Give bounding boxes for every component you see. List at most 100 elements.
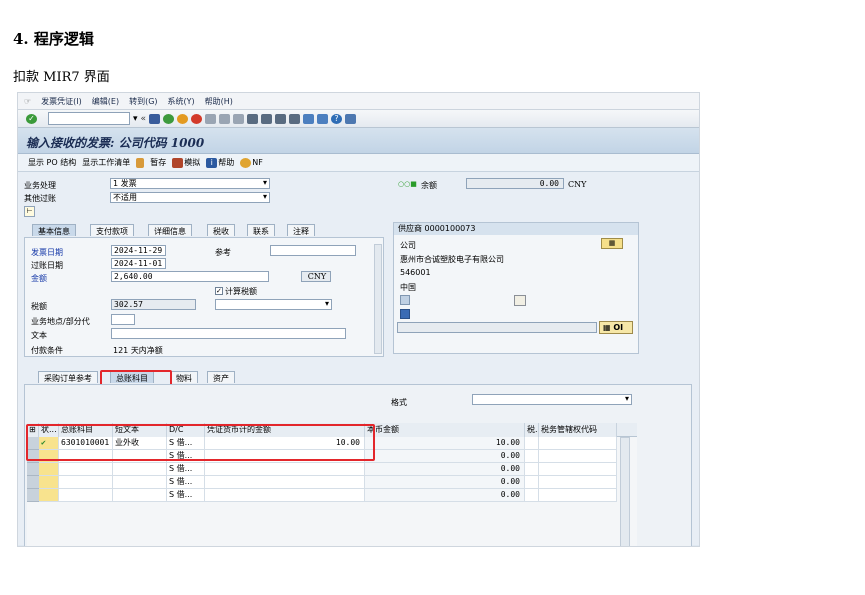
exit-icon[interactable] [177, 113, 189, 124]
row-dc-select[interactable]: S 借... [167, 489, 205, 502]
amount-field[interactable]: 2,640.00 [111, 271, 269, 282]
show-po-structure-button[interactable]: 显示 PO 结构 [28, 157, 76, 168]
expand-icon[interactable]: ⊢ [24, 206, 35, 217]
posting-date-field[interactable]: 2024-11-01 [111, 258, 166, 269]
row-juris-cell[interactable] [539, 489, 617, 502]
row-juris-cell[interactable] [539, 437, 617, 450]
row-tax-cell[interactable] [525, 437, 539, 450]
menu-goto[interactable]: 转到(G) [129, 96, 157, 107]
col-jurisdiction[interactable]: 税务管辖权代码 [539, 423, 617, 437]
tab-strip: 基本信息 支付款项 详细信息 税收 联系 注释 [32, 224, 382, 238]
enter-icon[interactable]: ✓ [26, 113, 37, 124]
row-selector[interactable] [27, 489, 39, 502]
tab-notes[interactable]: 注释 [287, 224, 315, 236]
shortcut-icon[interactable] [317, 113, 329, 124]
back-nav-icon[interactable]: « [141, 114, 147, 124]
row-tax-cell[interactable] [525, 463, 539, 476]
other-posting-select[interactable]: 不适用 [110, 192, 270, 203]
row-tax-cell[interactable] [525, 476, 539, 489]
row-amount-cell[interactable] [205, 463, 365, 476]
row-status-icon[interactable] [39, 489, 59, 502]
vendor-panel: 供应商 0000100073 公司 ▦ 惠州市合诚塑胶电子有限公司 546001… [393, 222, 639, 354]
menu-invoice-doc[interactable]: 发票凭证(I) [41, 96, 82, 107]
row-juris-cell[interactable] [539, 450, 617, 463]
business-place-field[interactable] [111, 314, 135, 325]
row-text-cell[interactable] [113, 476, 167, 489]
row-text-cell[interactable] [113, 463, 167, 476]
menu-system[interactable]: 系统(Y) [168, 96, 195, 107]
tab-basic[interactable]: 基本信息 [32, 224, 76, 236]
find-next-icon[interactable] [233, 113, 245, 124]
prev-page-icon[interactable] [261, 113, 273, 124]
layout-icon[interactable] [345, 113, 357, 124]
tab-details[interactable]: 详细信息 [148, 224, 192, 236]
menu-edit[interactable]: 编辑(E) [92, 96, 119, 107]
new-session-icon[interactable] [303, 113, 315, 124]
row-text-cell[interactable] [113, 489, 167, 502]
business-select[interactable]: 1 发票 [110, 178, 270, 189]
layout-select[interactable] [472, 394, 632, 405]
row-account-cell[interactable] [59, 463, 113, 476]
row-selector[interactable] [27, 476, 39, 489]
row-status-icon[interactable] [39, 476, 59, 489]
grid-scrollbar[interactable] [620, 437, 630, 546]
show-worklist-button[interactable]: 显示工作清单 [82, 157, 130, 168]
row-juris-cell[interactable] [539, 476, 617, 489]
tab-payment[interactable]: 支付款项 [90, 224, 134, 236]
vendor-list-icon[interactable] [400, 309, 410, 319]
nf-button[interactable]: NF [252, 158, 263, 167]
row-dc-select[interactable]: S 借... [167, 476, 205, 489]
layout-label: 格式 [391, 398, 407, 407]
tax-code-select[interactable] [215, 299, 332, 310]
panel-scrollbar[interactable] [374, 244, 382, 354]
open-items-button[interactable]: ▦ OI [599, 321, 633, 334]
first-page-icon[interactable] [247, 113, 259, 124]
back-icon[interactable] [163, 113, 175, 124]
next-page-icon[interactable] [275, 113, 287, 124]
reference-label: 参考 [215, 248, 231, 257]
tab-material[interactable]: 物料 [170, 371, 198, 383]
row-selector[interactable] [27, 463, 39, 476]
row-amount-cell[interactable] [205, 476, 365, 489]
row-amount-cell[interactable] [205, 489, 365, 502]
col-tax[interactable]: 税. [525, 423, 539, 437]
doc-subheading: 扣款 MIR7 界面 [13, 70, 110, 85]
row-juris-cell[interactable] [539, 463, 617, 476]
simulate-button[interactable]: 模拟 [184, 157, 200, 168]
row-tax-cell[interactable] [525, 450, 539, 463]
find-icon[interactable] [219, 113, 231, 124]
row-dc-select[interactable]: S 借... [167, 463, 205, 476]
invoice-date-field[interactable]: 2024-11-29 [111, 245, 166, 256]
open-items-label: OI [613, 323, 624, 332]
tab-tax[interactable]: 税收 [207, 224, 235, 236]
command-field[interactable] [48, 112, 130, 125]
last-page-icon[interactable] [289, 113, 301, 124]
text-field[interactable] [111, 328, 346, 339]
lock-icon[interactable] [514, 295, 526, 306]
col-local-amount[interactable]: 本币金额 [365, 423, 525, 437]
row-tax-cell[interactable] [525, 489, 539, 502]
tab-contact[interactable]: 联系 [247, 224, 275, 236]
document-icon[interactable] [136, 157, 145, 168]
row-account-cell[interactable] [59, 476, 113, 489]
calc-tax-checkbox[interactable]: ✓ [215, 287, 223, 295]
menu-icon[interactable]: ☞ [24, 97, 31, 106]
hold-button[interactable]: 暂存 [150, 157, 166, 168]
help-icon[interactable]: ? [331, 113, 343, 124]
row-account-cell[interactable] [59, 489, 113, 502]
reference-field[interactable] [270, 245, 356, 256]
tab-assets[interactable]: 资产 [207, 371, 235, 383]
help-button[interactable]: 帮助 [218, 157, 234, 168]
bank-icon[interactable] [400, 295, 410, 305]
tab-po-reference[interactable]: 采购订单参考 [38, 371, 98, 383]
vendor-detail-icon[interactable]: ▦ [601, 238, 623, 249]
cancel-icon[interactable] [191, 113, 203, 124]
save-icon[interactable] [149, 113, 161, 124]
vendor-search-field[interactable] [397, 322, 597, 333]
print-icon[interactable] [205, 113, 217, 124]
row-local-cell: 0.00 [365, 489, 525, 502]
command-dropdown-icon[interactable]: ▾ [133, 114, 138, 124]
menu-help[interactable]: 帮助(H) [205, 96, 233, 107]
row-status-icon[interactable] [39, 463, 59, 476]
gl-account-panel: 格式 ⊞ 状... 总账科目 短文本 D/C 凭证货币计的金额 本币金额 税. … [24, 384, 692, 546]
